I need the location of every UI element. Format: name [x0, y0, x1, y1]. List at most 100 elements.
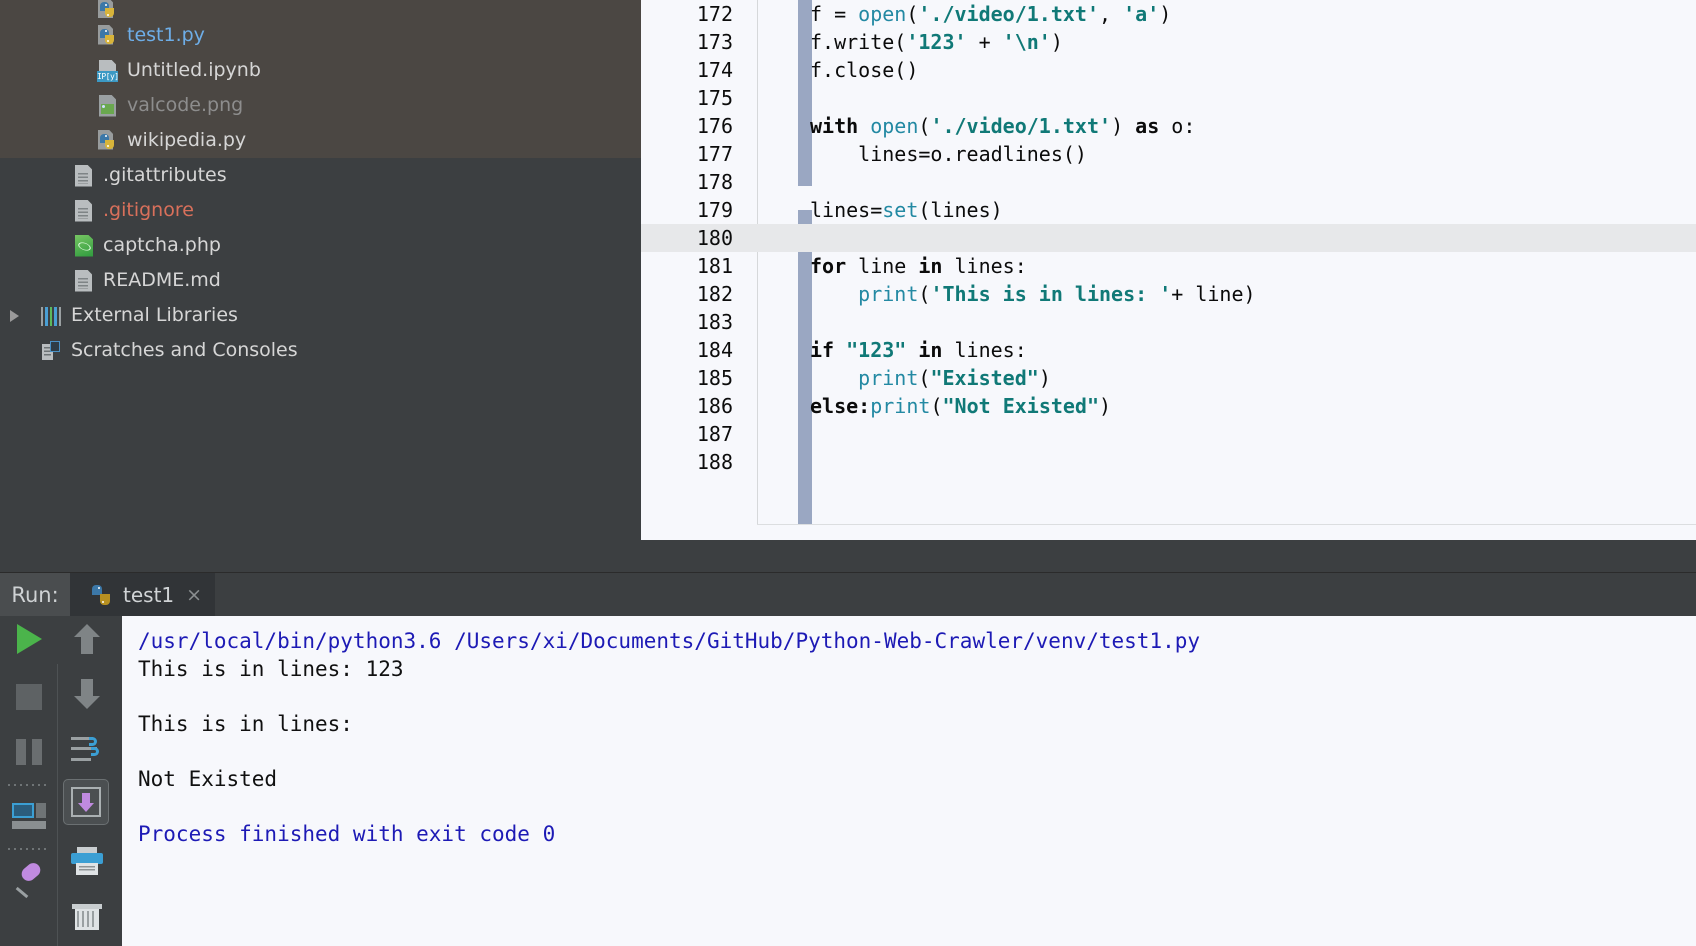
- arrow-down-icon: [74, 679, 100, 709]
- console-line: Process finished with exit code 0: [138, 821, 556, 846]
- print-button[interactable]: [64, 838, 110, 884]
- code-line[interactable]: 179 lines=set(lines): [641, 196, 1696, 224]
- down-stacktrace-button[interactable]: [64, 671, 110, 717]
- pin-tab-button[interactable]: [6, 857, 52, 903]
- code-token: as: [1135, 114, 1172, 138]
- text-file-icon: [75, 269, 92, 292]
- console-left-stripe: [118, 616, 122, 946]
- close-icon[interactable]: ×: [186, 585, 202, 605]
- tree-item-captcha-php[interactable]: captcha.php: [0, 228, 641, 263]
- code-line[interactable]: 177 lines=o.readlines(): [641, 140, 1696, 168]
- editor-bottom-divider: [757, 524, 1696, 525]
- line-number: 187: [696, 422, 733, 446]
- run-tab-test1[interactable]: test1 ×: [70, 573, 215, 617]
- code-line[interactable]: 183: [641, 308, 1696, 336]
- code-text: lines=o.readlines(): [741, 142, 1696, 166]
- code-line[interactable]: 182 print('This is in lines: '+ line): [641, 280, 1696, 308]
- pause-output-button[interactable]: [6, 729, 52, 775]
- project-tool-window[interactable]: test1.py IP[y] Untitled.ipynb valcode.png wi…: [0, 0, 641, 572]
- python-file-icon: [98, 129, 117, 152]
- code-line[interactable]: 187: [641, 420, 1696, 448]
- code-token: (: [930, 394, 943, 418]
- clear-all-button[interactable]: [64, 894, 110, 940]
- tree-item-scratches-and-consoles[interactable]: Scratches and Consoles: [0, 333, 641, 368]
- code-token: print: [858, 366, 919, 390]
- play-icon: [16, 624, 42, 654]
- code-token: ,: [1099, 2, 1124, 26]
- soft-wrap-button[interactable]: [64, 726, 110, 772]
- chevron-right-icon[interactable]: [10, 309, 19, 322]
- code-token: set: [882, 198, 919, 222]
- toolbar-separator: [8, 784, 50, 786]
- tree-item-test1-py[interactable]: test1.py: [0, 18, 641, 53]
- stop-button[interactable]: [6, 674, 52, 720]
- console-line: /usr/local/bin/python3.6 /Users/xi/Docum…: [138, 629, 1201, 653]
- libraries-icon: [41, 306, 62, 326]
- tree-item-label: README.md: [103, 269, 221, 291]
- php-file-icon: [75, 234, 93, 257]
- scroll-to-end-button[interactable]: [63, 779, 109, 825]
- run-tool-window: Run: test1 × /usr/local/bin/python3.6 /U…: [0, 572, 1696, 946]
- code-token: print: [870, 394, 931, 418]
- code-token: f.write(: [810, 30, 907, 54]
- code-token: (: [918, 282, 931, 306]
- toggle-console-button[interactable]: [6, 793, 52, 839]
- code-line[interactable]: 184 if "123" in lines:: [641, 336, 1696, 364]
- editor-gap: [641, 540, 1696, 572]
- tree-item-external-libraries[interactable]: External Libraries: [0, 298, 641, 333]
- code-editor[interactable]: 172 f = open('./video/1.txt', 'a') 173 f.wr…: [641, 0, 1696, 540]
- code-line[interactable]: 175: [641, 84, 1696, 112]
- tree-item-partial[interactable]: [0, 0, 641, 18]
- rerun-button[interactable]: [6, 616, 52, 662]
- code-token: (: [918, 114, 931, 138]
- code-token: print: [858, 282, 919, 306]
- jupyter-notebook-icon: IP[y]: [97, 59, 119, 82]
- line-number: 181: [696, 254, 733, 278]
- code-token: line: [858, 254, 919, 278]
- scroll-to-end-icon: [71, 787, 101, 817]
- code-token: o:: [1171, 114, 1196, 138]
- code-line[interactable]: 188: [641, 448, 1696, 476]
- run-label: Run:: [11, 583, 59, 607]
- code-text: print('This is in lines: '+ line): [741, 282, 1696, 306]
- line-number: 177: [696, 142, 733, 166]
- code-line[interactable]: 173 f.write('123' + '\n'): [641, 28, 1696, 56]
- run-tab-label: test1: [123, 583, 175, 607]
- code-token: './video/1.txt': [930, 114, 1112, 138]
- code-line[interactable]: 180: [641, 224, 1696, 252]
- code-token: "Not Existed": [942, 394, 1100, 418]
- console-output[interactable]: /usr/local/bin/python3.6 /Users/xi/Docum…: [118, 616, 1696, 946]
- tree-item-gitignore[interactable]: .gitignore: [0, 193, 641, 228]
- code-token: ): [1111, 114, 1136, 138]
- code-line[interactable]: 178: [641, 168, 1696, 196]
- code-token: '\n': [1002, 30, 1051, 54]
- code-line[interactable]: 172 f = open('./video/1.txt', 'a'): [641, 0, 1696, 28]
- line-number: 184: [696, 338, 733, 362]
- code-line[interactable]: 181 for line in lines:: [641, 252, 1696, 280]
- code-token: open: [858, 2, 907, 26]
- code-line[interactable]: 185 print("Existed"): [641, 364, 1696, 392]
- code-token: (lines): [918, 198, 1003, 222]
- code-line[interactable]: 186 else:print("Not Existed"): [641, 392, 1696, 420]
- code-text: lines=set(lines): [741, 198, 1696, 222]
- code-line[interactable]: 174 f.close(): [641, 56, 1696, 84]
- tree-item-untitled-ipynb[interactable]: IP[y] Untitled.ipynb: [0, 53, 641, 88]
- code-text: if "123" in lines:: [741, 338, 1696, 362]
- line-number: 180: [696, 226, 733, 250]
- code-line[interactable]: 176 with open('./video/1.txt') as o:: [641, 112, 1696, 140]
- ide-window: test1.py IP[y] Untitled.ipynb valcode.png wi…: [0, 0, 1696, 946]
- line-number: 186: [696, 394, 733, 418]
- code-token: "Existed": [930, 366, 1039, 390]
- python-file-icon: [98, 24, 117, 47]
- run-tool-window-header: Run:: [0, 573, 70, 617]
- tree-item-valcode-png[interactable]: valcode.png: [0, 88, 641, 123]
- tree-item-wikipedia-py[interactable]: wikipedia.py: [0, 123, 641, 158]
- tree-item-gitattributes[interactable]: .gitattributes: [0, 158, 641, 193]
- up-stacktrace-button[interactable]: [64, 616, 110, 662]
- tree-item-readme-md[interactable]: README.md: [0, 263, 641, 298]
- code-text: f.write('123' + '\n'): [741, 30, 1696, 54]
- console-line: This is in lines: 123: [138, 656, 404, 681]
- code-token: else:: [810, 394, 871, 418]
- editor-bottom-padding: [641, 525, 1696, 540]
